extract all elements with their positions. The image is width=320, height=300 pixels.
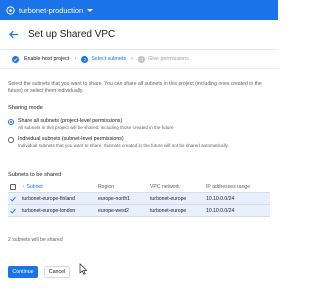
radio-label: Individual subnets (subnet-level permiss… [18, 136, 124, 142]
cell-vpc: turbonet-europe [150, 195, 187, 202]
arrow-up-icon: ↑ [22, 184, 25, 190]
subnets-label: Subnets to be shared [8, 172, 62, 178]
subnets-table: ↑ Subnet Region VPC network IP addresses… [8, 182, 270, 217]
mouse-cursor-icon [79, 262, 89, 275]
step-separator: › [74, 56, 77, 62]
step-label: Select subnets [91, 56, 127, 62]
select-all-checkbox[interactable] [10, 184, 16, 190]
arrow-back-icon[interactable] [8, 29, 20, 41]
step-select-subnets[interactable]: 2 Select subnets [81, 55, 127, 63]
check-circle-icon [12, 55, 19, 63]
table-header: ↑ Subnet Region VPC network IP addresses… [8, 182, 270, 193]
radio-button[interactable] [8, 119, 14, 125]
column-subnet[interactable]: ↑ Subnet [18, 184, 98, 190]
divider [0, 68, 278, 69]
cell-ip: 10.10.0.0/24 [206, 195, 235, 202]
table-row[interactable]: turbonet-europe-london europe-west2 turb… [8, 205, 270, 217]
cancel-button[interactable]: Cancel [44, 266, 70, 278]
project-bar[interactable]: turbonet-production [0, 0, 278, 20]
stepper: Enable host project › 2 Select subnets ›… [0, 50, 278, 68]
checkbox-checked-icon[interactable] [10, 196, 16, 202]
step-separator: › [131, 56, 134, 62]
step-enable-host[interactable]: Enable host project [12, 55, 70, 63]
project-icon [6, 5, 15, 15]
cell-ip: 10.10.0.0/24 [206, 207, 235, 214]
checkbox-checked-icon[interactable] [10, 208, 16, 214]
cell-region: europe-west2 [98, 207, 129, 214]
cell-region: europe-north1 [98, 195, 131, 202]
step-label: Enable host project [24, 56, 70, 62]
project-name[interactable]: turbonet-production [19, 6, 83, 15]
table-row[interactable]: turbonet-europe-finland europe-north1 tu… [8, 193, 270, 205]
step-number: 2 [81, 55, 89, 63]
radio-individual[interactable]: Individual subnets (subnet-level permiss… [8, 136, 248, 149]
radio-description: All subnets in this project will be shar… [18, 125, 174, 130]
continue-button[interactable]: Continue [8, 266, 38, 278]
column-region[interactable]: Region [98, 184, 150, 190]
intro-text: Select the subnets that you want to shar… [8, 81, 262, 94]
cell-subnet: turbonet-europe-london [22, 207, 76, 214]
sharing-mode-label: Sharing mode [8, 105, 43, 111]
column-label: Subnet [26, 184, 43, 190]
radio-description: Individual subnets that you want to shar… [18, 143, 229, 148]
step-label: Give permissions [148, 56, 189, 62]
column-ip[interactable]: IP addresses range [206, 184, 270, 190]
cell-vpc: turbonet-europe [150, 207, 187, 214]
page-header: Set up Shared VPC [0, 20, 278, 50]
step-number: 3 [138, 55, 146, 63]
column-vpc[interactable]: VPC network [150, 184, 206, 190]
radio-button[interactable] [8, 137, 14, 143]
step-give-permissions[interactable]: 3 Give permissions [138, 55, 189, 63]
chevron-down-icon[interactable] [87, 9, 94, 12]
cell-subnet: turbonet-europe-finland [22, 195, 75, 202]
radio-label: Share all subnets (project-level permiss… [18, 118, 123, 124]
radio-share-all[interactable]: Share all subnets (project-level permiss… [8, 118, 174, 131]
subnet-count: 2 subnets will be shared [8, 237, 63, 243]
page-title: Set up Shared VPC [28, 29, 116, 40]
